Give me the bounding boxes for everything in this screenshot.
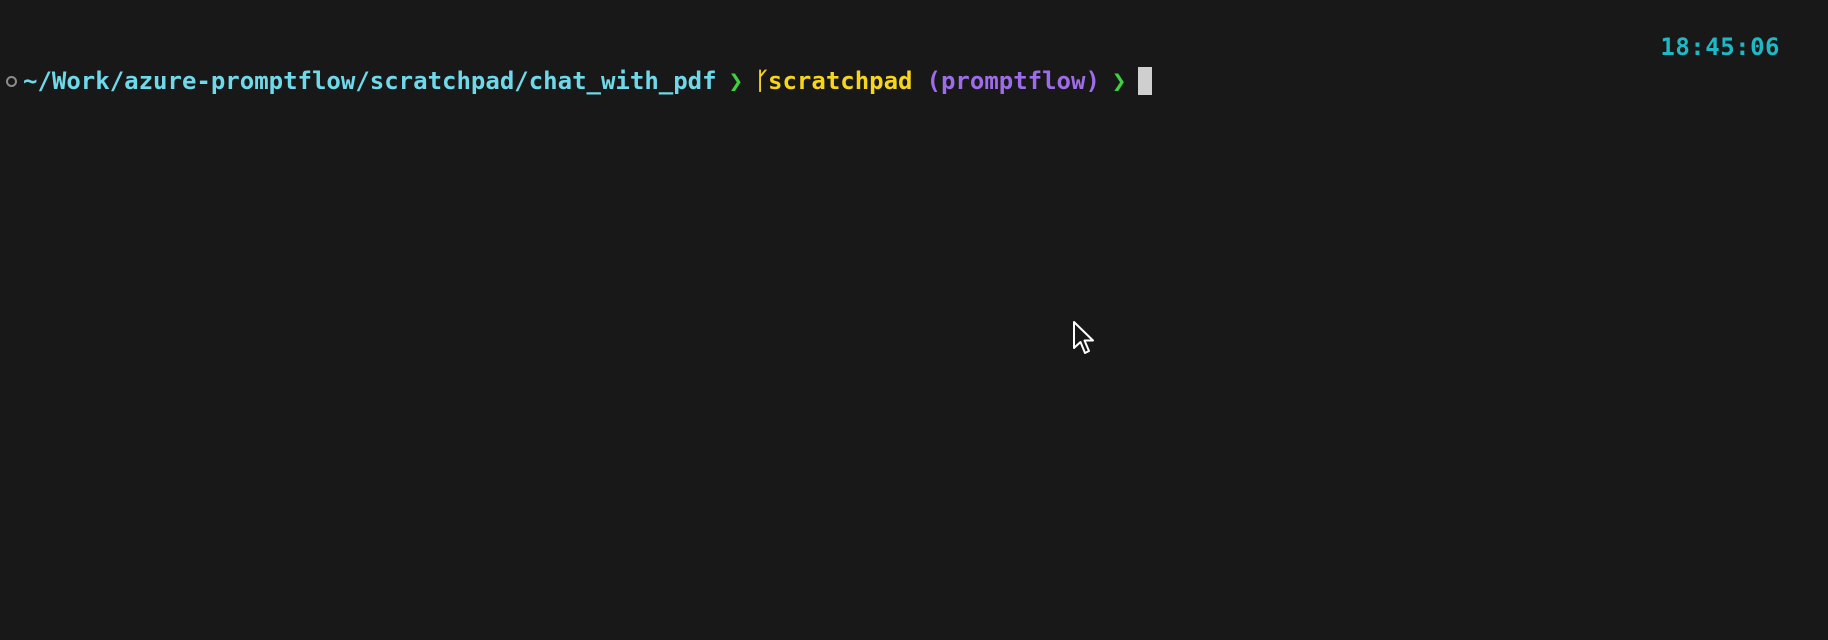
text-cursor[interactable] bbox=[1138, 67, 1153, 95]
prompt-line: ~/Work/azure-promptflow/scratchpad/chat_… bbox=[6, 66, 1153, 96]
python-env-name: (promptflow) bbox=[926, 67, 1100, 95]
current-path: ~/Work/azure-promptflow/scratchpad/chat_… bbox=[23, 67, 717, 95]
status-dot-icon bbox=[6, 75, 17, 87]
prompt-separator-icon: ❯ bbox=[728, 67, 744, 95]
clock-readout: 18:45:06 bbox=[1660, 33, 1780, 61]
git-branch-icon: ᚴ bbox=[755, 67, 770, 95]
terminal-window[interactable]: 18:45:06 ~/Work/azure-promptflow/scratch… bbox=[0, 0, 1828, 640]
prompt-end-separator-icon: ❯ bbox=[1111, 67, 1127, 95]
mouse-pointer-icon bbox=[1073, 321, 1094, 354]
git-branch-name: scratchpad bbox=[768, 67, 913, 95]
